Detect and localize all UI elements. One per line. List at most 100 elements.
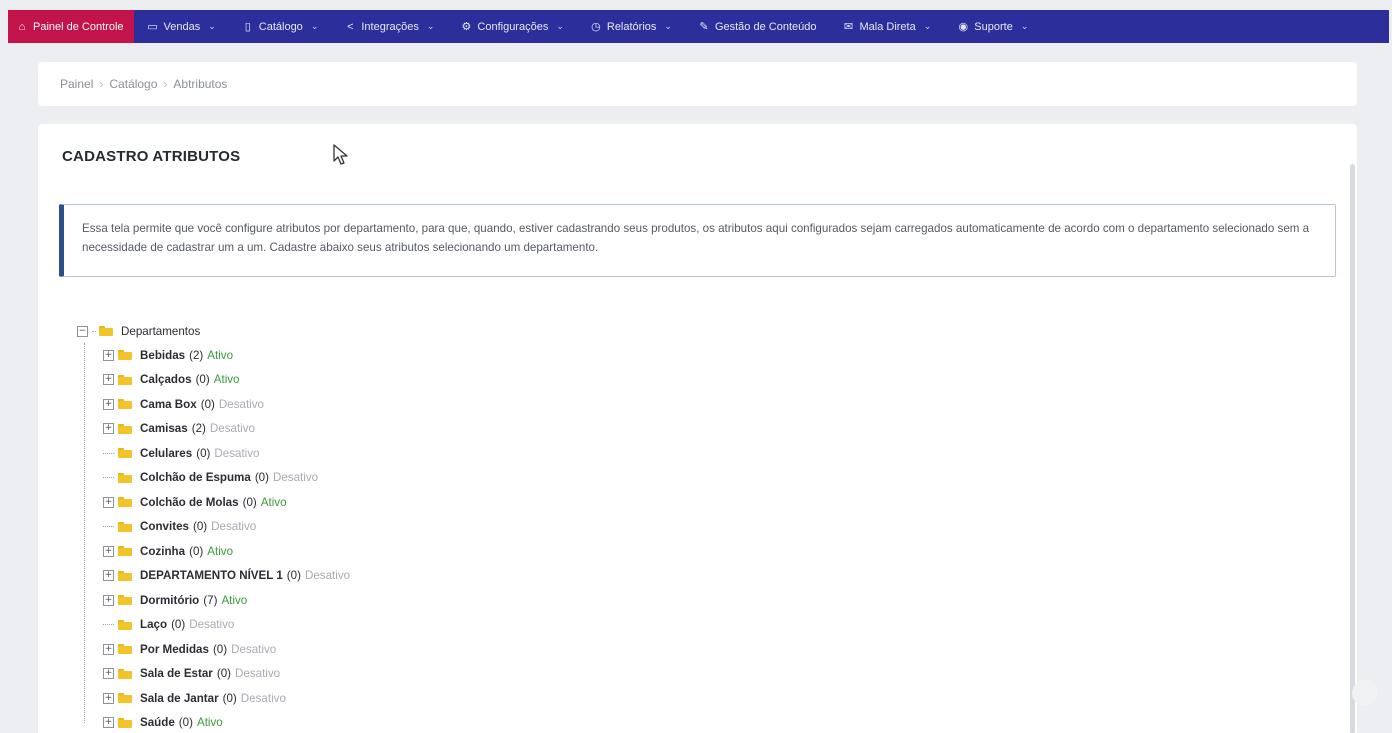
expand-toggle-icon[interactable]: + (103, 545, 114, 557)
tree-item-count: (0) (192, 520, 208, 534)
main-panel: CADASTRO ATRIBUTOS Essa tela permite que… (38, 124, 1357, 733)
tree-item[interactable]: + Cozinha (0) Ativo (77, 539, 350, 564)
tree-item[interactable]: + DEPARTAMENTO NÍVEL 1 (0) Desativo (77, 564, 350, 589)
nav-item-configurações[interactable]: ⚙ Configurações ⌄ (447, 10, 576, 43)
tree-item[interactable]: Laço (0) Desativo (77, 613, 350, 638)
status-label: Ativo (221, 593, 248, 607)
tree-item-name[interactable]: Bebidas (140, 349, 185, 362)
tree-item-name[interactable]: Colchão de Molas (140, 496, 239, 509)
expand-toggle-icon[interactable]: + (103, 668, 114, 680)
tree-item-name[interactable]: Sala de Jantar (140, 692, 219, 705)
nav-item-catálogo[interactable]: ▯ Catálogo ⌄ (229, 10, 332, 43)
tree-item-name[interactable]: Sala de Estar (140, 667, 213, 680)
scrollbar[interactable] (1350, 164, 1355, 733)
breadcrumb-item-painel[interactable]: Painel (60, 77, 93, 91)
expand-toggle-icon[interactable]: + (103, 423, 114, 435)
tree-item[interactable]: + Cama Box (0) Desativo (77, 392, 350, 417)
expand-toggle-icon[interactable]: + (103, 570, 114, 582)
folder-icon (118, 350, 132, 361)
nav-label: Relatórios (606, 20, 657, 33)
tree-item-name[interactable]: Colchão de Espuma (140, 471, 251, 484)
tree-item-name[interactable]: Cama Box (140, 398, 197, 411)
tree-item-count: (0) (242, 495, 257, 509)
tree-connector (92, 330, 96, 332)
nav-label: Catálogo (258, 20, 303, 33)
tree-item-name[interactable]: Dormitório (140, 594, 199, 607)
tree-item[interactable]: Convites (0) Desativo (77, 515, 350, 540)
home-icon: ⌂ (18, 20, 26, 33)
tree-item-count: (2) (189, 348, 204, 362)
chevron-down-icon: ⌄ (664, 21, 672, 31)
nav-item-painel-de-controle[interactable]: ⌂ Painel de Controle (8, 10, 134, 43)
expand-toggle-icon[interactable]: + (103, 374, 114, 386)
floating-help-button[interactable] (1352, 680, 1378, 706)
tree-item-count: (0) (212, 642, 228, 656)
chevron-down-icon: ⌄ (426, 21, 435, 31)
expand-toggle-icon[interactable]: + (103, 594, 114, 606)
status-label: Ativo (213, 373, 240, 387)
tree-item[interactable]: + Saúde (0) Ativo (77, 711, 350, 733)
tree-connector (103, 624, 114, 626)
breadcrumb-item-atributos: Abtributos (173, 77, 228, 91)
tree-item[interactable]: + Bebidas (2) Ativo (77, 343, 350, 368)
nav-label: Gestão de Conteúdo (714, 20, 817, 33)
mouse-cursor-icon (333, 144, 348, 165)
folder-icon (99, 326, 113, 336)
tree-item-count: (0) (200, 397, 215, 411)
folder-icon (118, 644, 132, 655)
breadcrumb: Painel › Catálogo › Abtributos (38, 62, 1357, 106)
nav-item-suporte[interactable]: ◉ Suporte ⌄ (944, 10, 1041, 43)
tree-item-name[interactable]: DEPARTAMENTO NÍVEL 1 (140, 569, 283, 582)
tree-root[interactable]: − Departamentos (77, 319, 350, 343)
tree-item-name[interactable]: Convites (140, 520, 189, 533)
tree-item-name[interactable]: Laço (140, 618, 167, 631)
chevron-down-icon: ⌄ (310, 21, 319, 31)
breadcrumb-separator: › (99, 77, 104, 91)
tree-item[interactable]: + Por Medidas (0) Desativo (77, 637, 350, 662)
expand-toggle-icon[interactable]: + (103, 643, 114, 655)
tree-item[interactable]: + Dormitório (7) Ativo (77, 588, 350, 613)
folder-icon (118, 521, 132, 532)
collapse-toggle-icon[interactable]: − (77, 325, 88, 337)
breadcrumb-item-catalogo[interactable]: Catálogo (109, 77, 157, 91)
tree-item-name[interactable]: Por Medidas (140, 643, 209, 656)
tree-item[interactable]: + Calçados (0) Ativo (77, 368, 350, 393)
nav-label: Configurações (477, 20, 549, 33)
expand-toggle-icon[interactable]: + (103, 692, 114, 704)
status-label: Desativo (209, 422, 255, 436)
expand-toggle-icon[interactable]: + (103, 349, 114, 361)
tree-item-name[interactable]: Calçados (140, 373, 192, 386)
status-label: Ativo (207, 348, 234, 362)
tree-item[interactable]: Celulares (0) Desativo (77, 441, 350, 466)
nav-label: Integrações (361, 20, 419, 33)
tree-item[interactable]: + Camisas (2) Desativo (77, 417, 350, 442)
tree-item-count: (7) (203, 593, 218, 607)
nav-item-vendas[interactable]: ▭ Vendas ⌄ (134, 10, 229, 43)
expand-toggle-icon[interactable]: + (103, 496, 114, 508)
tree-item-name[interactable]: Cozinha (140, 545, 185, 558)
status-label: Desativo (304, 569, 351, 583)
status-label: Desativo (218, 397, 264, 411)
tree-item-name[interactable]: Saúde (140, 716, 175, 729)
folder-icon (118, 570, 132, 581)
status-label: Ativo (207, 544, 234, 558)
nav-item-mala-direta[interactable]: ✉ Mala Direta ⌄ (829, 10, 944, 43)
tree-root-label[interactable]: Departamentos (121, 325, 200, 338)
expand-toggle-icon[interactable]: + (103, 398, 114, 410)
tree-item[interactable]: + Sala de Jantar (0) Desativo (77, 686, 350, 711)
tree-item-count: (0) (171, 618, 186, 632)
tree-item-name[interactable]: Celulares (140, 447, 192, 460)
expand-toggle-icon[interactable]: + (103, 717, 114, 729)
status-label: Ativo (260, 495, 287, 509)
tree-item[interactable]: + Colchão de Molas (0) Ativo (77, 490, 350, 515)
nav-item-gestão-de-conteúdo[interactable]: ✎ Gestão de Conteúdo (685, 10, 830, 43)
tree-item-name[interactable]: Camisas (140, 422, 188, 435)
tree-item[interactable]: Colchão de Espuma (0) Desativo (77, 466, 350, 491)
nav-item-relatórios[interactable]: ◷ Relatórios ⌄ (577, 10, 685, 43)
chevron-down-icon: ⌄ (208, 21, 216, 31)
folder-icon (118, 423, 132, 434)
nav-item-integrações[interactable]: < Integrações ⌄ (331, 10, 447, 43)
chevron-down-icon: ⌄ (923, 21, 932, 31)
folder-icon (118, 619, 132, 630)
tree-item[interactable]: + Sala de Estar (0) Desativo (77, 662, 350, 687)
